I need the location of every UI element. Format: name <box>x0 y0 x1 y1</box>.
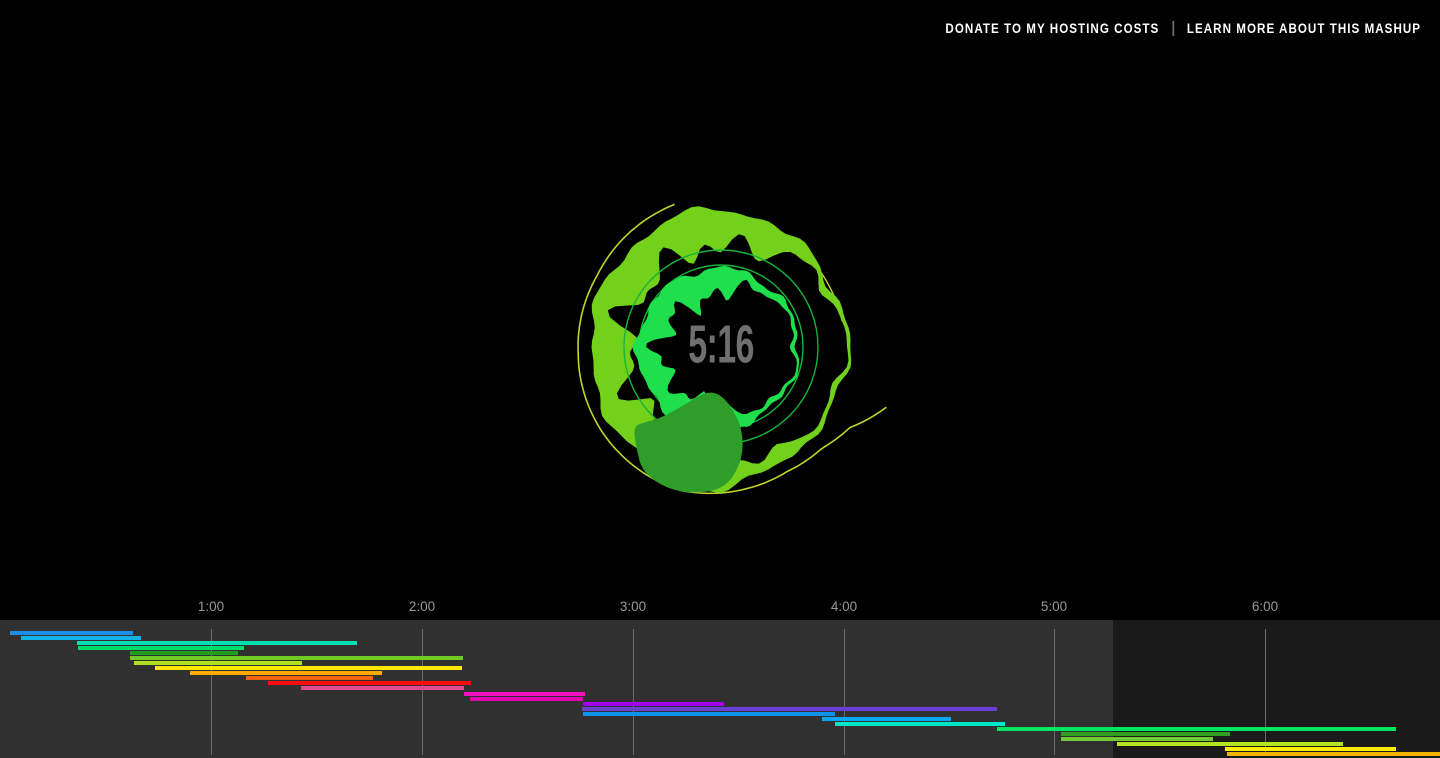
donate-link[interactable]: DONATE TO MY HOSTING COSTS <box>945 21 1159 36</box>
app-root: { "header": { "links": [ {"label": "DONA… <box>0 0 1440 758</box>
timeline-gridline <box>844 629 845 755</box>
track-bar <box>1225 747 1396 751</box>
track-bar <box>583 712 835 716</box>
timeline-labels: 1:00 2:00 3:00 4:00 5:00 6:00 <box>0 599 1440 617</box>
track-bar <box>130 656 463 660</box>
top-nav: DONATE TO MY HOSTING COSTS LEARN MORE AB… <box>945 21 1421 36</box>
timeline-tick-label: 2:00 <box>408 599 436 614</box>
track-bar <box>1227 752 1440 756</box>
track-bar <box>10 631 133 635</box>
track-bar <box>835 722 1005 726</box>
timeline-gridline <box>633 629 634 755</box>
track-bar <box>470 697 583 701</box>
timeline-gridline <box>1265 629 1266 755</box>
track-bar <box>21 636 141 640</box>
timeline-gridline <box>422 629 423 755</box>
track-bar <box>1061 732 1230 736</box>
timeline-tick-label: 3:00 <box>619 599 647 614</box>
timeline-tick-label: 1:00 <box>197 599 225 614</box>
track-bar <box>130 651 238 655</box>
track-bar <box>155 666 462 670</box>
nav-separator <box>1172 21 1174 36</box>
timeline-tick-label: 6:00 <box>1251 599 1279 614</box>
audio-visualizer[interactable]: 5:16 <box>521 147 921 547</box>
track-bar <box>1117 742 1343 746</box>
track-bar <box>997 727 1396 731</box>
track-bar <box>822 717 951 721</box>
timeline-gridline <box>1054 629 1055 755</box>
track-bar <box>301 686 464 690</box>
track-bar <box>583 702 724 706</box>
track-bar <box>246 676 373 680</box>
track-bar <box>268 681 471 685</box>
track-bar <box>77 641 357 645</box>
timeline-tick-label: 4:00 <box>830 599 858 614</box>
learn-more-link[interactable]: LEARN MORE ABOUT THIS MASHUP <box>1187 21 1421 36</box>
track-bar <box>464 692 585 696</box>
track-bar <box>78 646 244 650</box>
playback-time: 5:16 <box>688 314 754 375</box>
timeline-tick-label: 5:00 <box>1040 599 1068 614</box>
timeline-seekbar[interactable] <box>0 620 1440 758</box>
track-bar <box>134 661 302 665</box>
track-bar <box>1061 737 1213 741</box>
track-bar <box>582 707 997 711</box>
track-bar <box>190 671 382 675</box>
